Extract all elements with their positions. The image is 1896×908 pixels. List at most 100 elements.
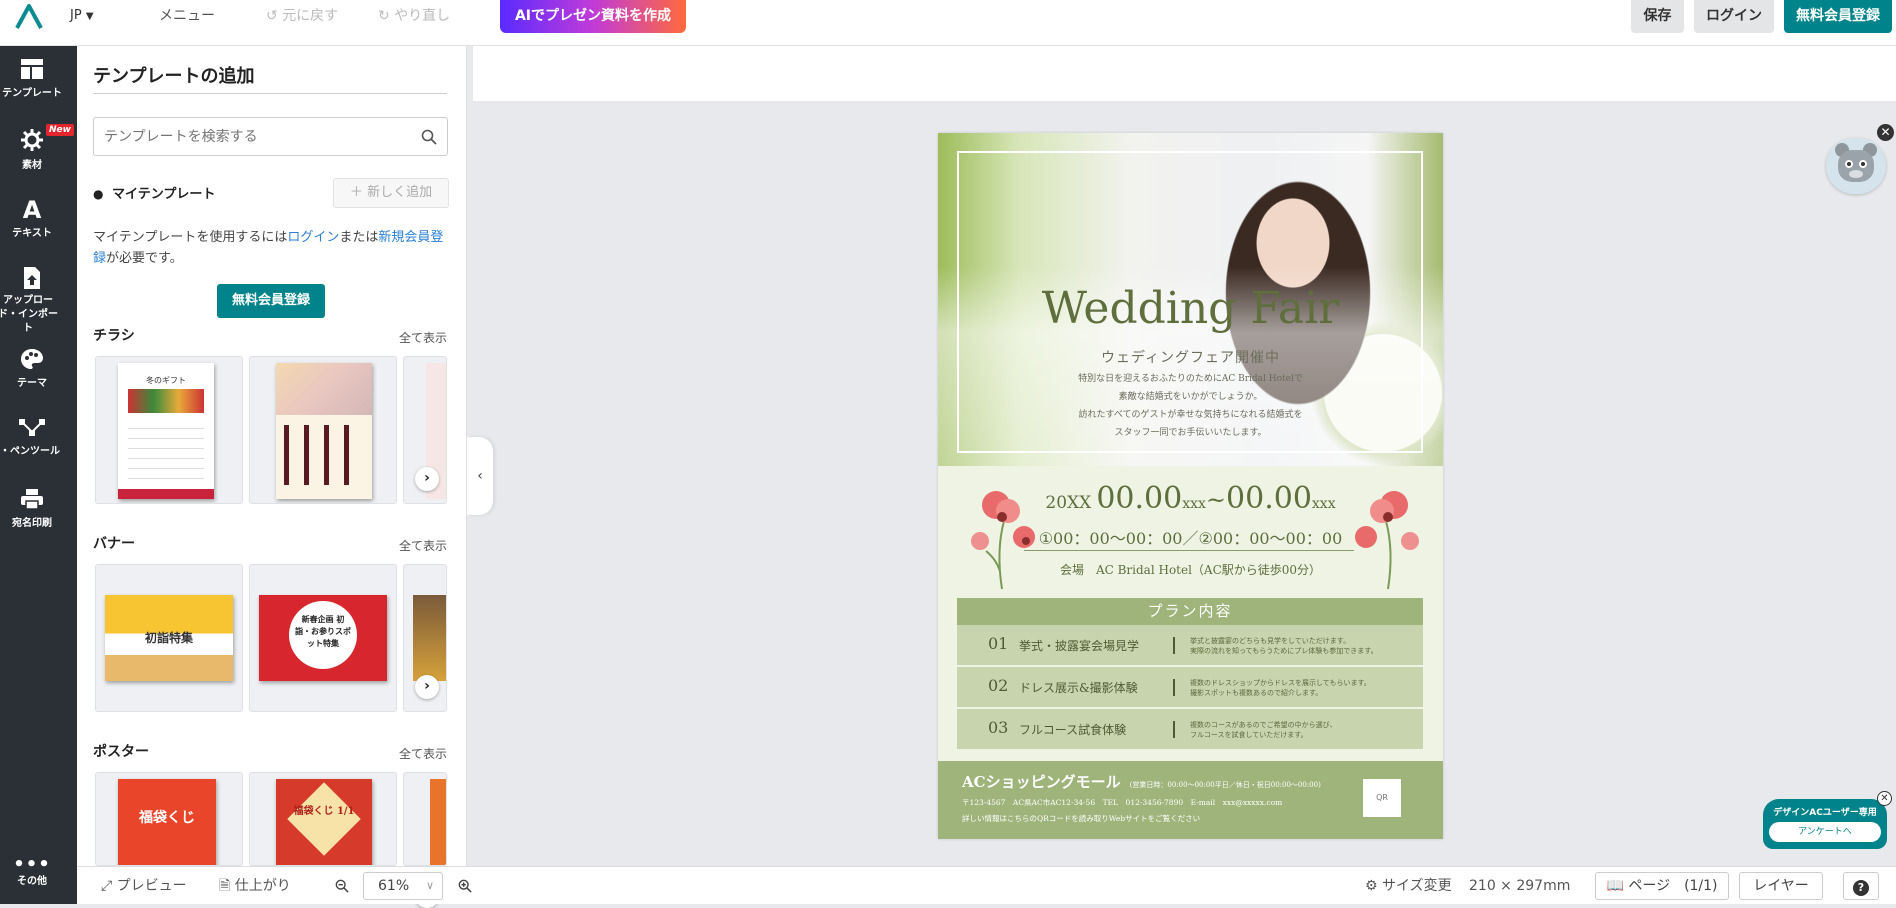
plan-separator (1173, 721, 1175, 738)
sidebar-item-label: テキスト (12, 228, 52, 239)
carousel-next-flyer[interactable]: › (415, 467, 439, 491)
carousel-next-banner[interactable]: › (415, 675, 439, 699)
sidebar-item-more[interactable]: ••• その他 (0, 856, 64, 888)
login-button[interactable]: ログイン (1694, 0, 1774, 33)
template-card[interactable]: 冬のギフト (95, 356, 243, 504)
text-icon: A (22, 196, 42, 224)
zoom-out-button[interactable] (335, 867, 349, 905)
notice-or: または (339, 230, 379, 245)
plan-row[interactable]: 02 ドレス展示&撮影体験 複数のドレスショップからドレスを展示してもらいます。… (957, 667, 1423, 707)
fair-date[interactable]: 20XX 00.00xxx~00.00xxx (938, 481, 1443, 516)
template-thumbnail: 初詣特集 (105, 595, 233, 681)
panel-register-button[interactable]: 無料会員登録 (217, 284, 325, 318)
plan-row[interactable]: 03 フルコース試食体験 複数のコースがあるのでご希望の中から選び、 フルコースを… (957, 709, 1423, 749)
plus-icon: ＋ (349, 185, 363, 200)
close-survey-icon[interactable]: ✕ (1877, 791, 1892, 806)
footer-hours: (営業日時：00:00〜00:00平日／休日・祝日00:00〜00:00) (1129, 781, 1321, 789)
desc-line: 素敵な結婚式をいかがでしょうか。 (1118, 392, 1263, 402)
notice-login-link[interactable]: ログイン (287, 230, 339, 245)
survey-link[interactable]: アンケートへ (1769, 822, 1881, 842)
notice-suffix: が必要です。 (106, 251, 183, 266)
undo-button[interactable]: ↺ 元に戻す (266, 0, 338, 32)
plan-desc-line: 撮影スポットも複数あるので紹介します。 (1190, 689, 1323, 697)
redo-button[interactable]: ↻ やり直し (378, 0, 450, 32)
template-thumbnail: 冬のギフト (118, 363, 214, 499)
mascot-helper[interactable] (1826, 138, 1886, 194)
flyer-title[interactable]: Wedding Fair (938, 283, 1443, 334)
chevron-left-icon: ‹ (477, 468, 483, 484)
register-button[interactable]: 無料会員登録 (1784, 0, 1892, 33)
plan-header[interactable]: プラン内容 (957, 598, 1423, 625)
footer-note: 詳しい情報はこちらのQRコードを読み取りWebサイトをご覧ください (962, 814, 1201, 823)
template-card[interactable]: 初詣特集 (95, 564, 243, 712)
flyer-subtitle[interactable]: ウェディングフェア開催中 (938, 347, 1443, 367)
plan-desc-line: 複数のコースがあるのでご希望の中から選び、 (1190, 721, 1337, 729)
language-selector[interactable]: JP ▼ (70, 0, 94, 32)
page-button[interactable]: 📖 ページ (1/1) (1595, 872, 1729, 900)
layer-button[interactable]: レイヤー (1739, 872, 1823, 900)
flyer-footer[interactable]: ACショッピングモール (営業日時：00:00〜00:00平日／休日・祝日00:… (938, 761, 1443, 839)
zoom-select[interactable]: 61% ∨ (363, 872, 443, 900)
sidebar-item-text[interactable]: A テキスト (0, 198, 64, 239)
sidebar-item-material[interactable]: 素材 New (0, 124, 74, 171)
flyer-description[interactable]: 特別な日を迎えるおふたりのためにAC Bridal Hotelで 素敵な結婚式を… (938, 370, 1443, 442)
zoom-in-button[interactable] (458, 867, 472, 905)
template-card[interactable]: 福袋くじ (95, 772, 243, 866)
fair-venue[interactable]: 会場 AC Bridal Hotel（AC駅から徒歩00分） (938, 561, 1443, 578)
plan-desc-line: 複数のドレスショップからドレスを展示してもらいます。 (1190, 679, 1371, 687)
see-all-poster-link[interactable]: 全て表示 (399, 745, 447, 762)
survey-widget[interactable]: デザインACユーザー専用 アンケートへ (1763, 799, 1887, 849)
chevron-down-icon: ∨ (425, 879, 434, 892)
search-input[interactable] (94, 118, 394, 155)
sidebar-item-print[interactable]: 宛名印刷 (0, 488, 64, 529)
collapse-panel-tab[interactable]: ‹ (467, 437, 493, 515)
thumb-title: 新春企画 初詣・お参りスポット特集 (295, 614, 351, 648)
sidebar-item-pen-tool[interactable]: 線・ペンツール (0, 418, 64, 457)
sidebar-item-theme[interactable]: テーマ (0, 348, 64, 389)
book-icon: 📖 (1606, 878, 1624, 894)
redo-icon: ↻ (378, 8, 390, 24)
add-new-template-button[interactable]: ＋ 新しく追加 (333, 178, 449, 208)
template-card[interactable] (403, 772, 447, 866)
search-icon[interactable] (421, 129, 437, 145)
app-logo-icon[interactable] (14, 4, 44, 30)
see-all-banner-link[interactable]: 全て表示 (399, 537, 447, 554)
thumb-title: 福袋くじ 1/1 (293, 806, 355, 817)
sidebar-item-upload[interactable]: アップロード・インポート (0, 266, 64, 336)
thumb-title: 福袋くじ (139, 810, 195, 826)
template-card[interactable] (249, 356, 397, 504)
help-button[interactable]: ? (1843, 872, 1879, 900)
template-card[interactable]: 新春企画 初詣・お参りスポット特集 (249, 564, 397, 712)
footer-address: 〒123-4567 AC県AC市AC12-34-56 TEL 012-3456-… (962, 798, 1283, 807)
undo-label: 元に戻す (282, 8, 339, 24)
date-weekday-start: xxx (1182, 496, 1206, 512)
upload-icon (24, 267, 40, 289)
top-bar: JP ▼ メニュー ↺ 元に戻す ↻ やり直し AIでプレゼン資料を作成 保存 … (0, 0, 1896, 46)
section-title-poster: ポスター (93, 744, 149, 760)
sidebar-item-label: テーマ (17, 378, 47, 389)
resize-button[interactable]: ⚙ サイズ変更 (1365, 867, 1452, 905)
sidebar-item-template[interactable]: テンプレート (0, 58, 64, 99)
desc-line: 訪れたすべてのゲストが幸せな気持ちになれる結婚式を (1078, 410, 1303, 420)
robot-bear-icon (1835, 143, 1877, 182)
menu-button[interactable]: メニュー (159, 0, 215, 32)
template-thumbnail: 福袋くじ 1/1 (276, 779, 372, 865)
date-end: 00.00 (1226, 481, 1312, 516)
template-thumbnail (276, 363, 372, 499)
fair-time[interactable]: ①00：00〜00：00／②00：00〜00：00 (938, 525, 1443, 549)
template-panel: テンプレートの追加 ● マイテンプレート ＋ 新しく追加 マイテンプレートを使用… (77, 46, 467, 908)
close-mascot-icon[interactable]: ✕ (1877, 124, 1894, 141)
preview-button[interactable]: ⤢ プレビュー (101, 867, 187, 905)
preview-label: プレビュー (116, 878, 187, 894)
desc-line: スタッフ一同でお手伝いいたします。 (1114, 428, 1267, 438)
my-templates-header: ● マイテンプレート (93, 183, 215, 202)
design-canvas[interactable]: Wedding Fair ウェディングフェア開催中 特別な日を迎えるおふたりのた… (938, 133, 1443, 839)
sidebar-item-label: その他 (17, 876, 47, 887)
plan-row[interactable]: 01 挙式・披露宴会場見学 挙式と披露宴のどちらも見学をしていただけます。 実際の… (957, 625, 1423, 665)
see-all-flyer-link[interactable]: 全て表示 (399, 329, 447, 346)
save-button[interactable]: 保存 (1631, 0, 1684, 33)
ai-presentation-button[interactable]: AIでプレゼン資料を作成 (500, 0, 686, 33)
finish-button[interactable]: 🗎 仕上がり (219, 867, 291, 905)
template-card[interactable]: 福袋くじ 1/1 (249, 772, 397, 866)
plan-desc-line: フルコースを試食していただけます。 (1190, 731, 1308, 739)
